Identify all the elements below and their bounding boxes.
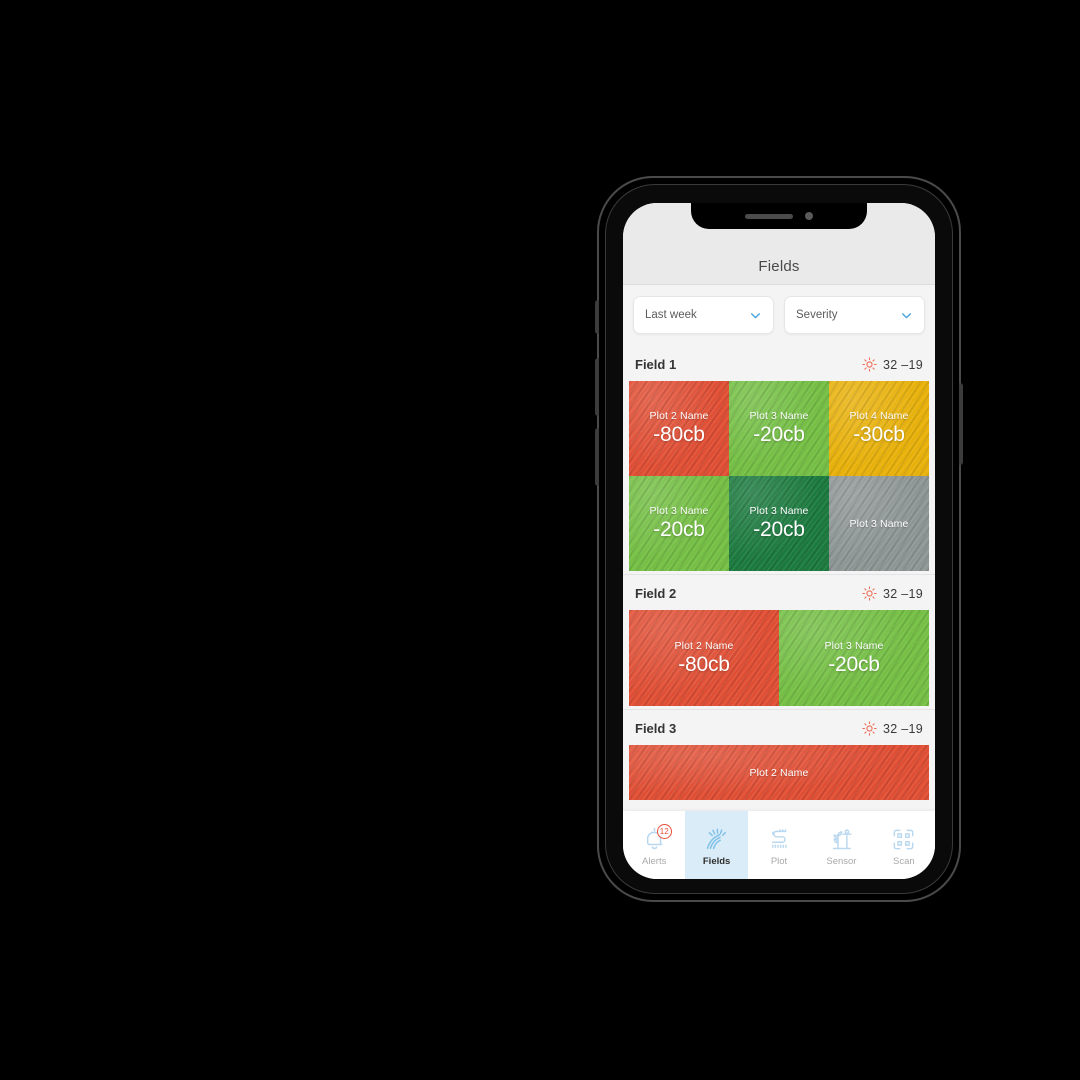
phone-device: Fields Last week Severity Field 1 32 –19 Pl… [595,176,963,902]
plot-value: -20cb [828,652,880,676]
phone-notch [691,203,867,229]
fields-scroll-area[interactable]: Last week Severity Field 1 32 –19 Plot 2 Na… [623,285,935,811]
filter-severity-select[interactable]: Severity [784,296,925,334]
field-weather: 32 –19 [862,586,923,601]
field-section: Field 1 32 –19 Plot 2 Name -80cb Plot 3 Name… [623,346,935,574]
filter-date-range-label: Last week [645,309,697,321]
plot-tile[interactable]: Plot 3 Name -20cb [729,476,829,571]
field-header[interactable]: Field 3 32 –19 [623,710,935,745]
plot-value: -20cb [753,518,805,541]
front-camera-icon [805,212,813,220]
plot-label: Plot 2 Name [674,639,734,652]
plot-grid: Plot 2 Name -80cb Plot 3 Name -20cb Plot 4 N… [629,381,929,571]
sun-icon [862,586,877,601]
tab-scan[interactable]: Scan [873,811,935,879]
earpiece-speaker-icon [745,213,793,219]
plot-value: -30cb [853,423,905,446]
sun-icon [862,721,877,736]
qr-scan-icon[interactable] [891,827,916,852]
field-title: Field 3 [635,721,677,736]
field-title: Field 1 [635,357,677,372]
chevron-down-icon[interactable] [749,309,762,322]
plot-label: Plot 4 Name [849,410,909,422]
field-title: Field 2 [635,586,677,601]
field-header[interactable]: Field 2 32 –19 [623,575,935,610]
plot-label: Plot 3 Name [824,639,884,652]
tab-label: Plot [770,856,788,867]
chevron-down-icon[interactable] [900,309,913,322]
sun-icon [862,357,877,372]
tab-label: Sensor [826,856,857,867]
tab-alerts[interactable]: 12 Alerts [623,811,685,879]
weather-temperature: 32 –19 [882,721,923,736]
tab-label: Scan [893,856,915,867]
bell-icon[interactable]: 12 [642,824,672,852]
field-header[interactable]: Field 1 32 –19 [623,346,935,381]
plot-value: -20cb [653,518,705,541]
page-title: Fields [758,258,800,275]
field-section: Field 3 32 –19 Plot 2 Name [623,709,935,803]
alerts-badge: 12 [656,824,672,839]
plot-tile[interactable]: Plot 3 Name -20cb [629,476,729,571]
volume-down-button[interactable] [595,428,599,486]
plot-label: Plot 3 Name [649,505,709,517]
plot-value: -80cb [678,652,730,676]
plot-label: Plot 3 Name [749,410,809,422]
plot-tile[interactable]: Plot 4 Name -30cb [829,381,929,476]
tab-plot[interactable]: Plot [748,811,810,879]
plot-value: -20cb [753,423,805,446]
tab-sensor[interactable]: Sensor [810,811,872,879]
filter-date-range-select[interactable]: Last week [633,296,774,334]
plot-tile[interactable]: Plot 3 Name -20cb [779,610,929,706]
plot-label: Plot 2 Name [749,766,809,779]
plot-label: Plot 3 Name [849,517,909,530]
tab-label: Alerts [642,856,667,867]
field-weather: 32 –19 [862,357,923,372]
weather-temperature: 32 –19 [882,357,923,372]
bottom-tab-bar: 12 Alerts Fields Plot Sensor Scan [623,811,935,879]
plot-tile[interactable]: Plot 3 Name [829,476,929,571]
field-weather: 32 –19 [862,721,923,736]
plot-tile[interactable]: Plot 3 Name -20cb [729,381,829,476]
wheat-sprout-icon[interactable] [704,827,729,852]
power-button[interactable] [959,383,963,465]
plot-tile[interactable]: Plot 2 Name -80cb [629,610,779,706]
field-list: Field 1 32 –19 Plot 2 Name -80cb Plot 3 Name… [623,346,935,803]
plot-tile[interactable]: Plot 2 Name -80cb [629,381,729,476]
field-rows-icon[interactable] [767,827,792,852]
tab-fields[interactable]: Fields [685,811,748,879]
volume-up-button[interactable] [595,358,599,416]
plant-sensor-icon[interactable] [829,827,854,852]
plot-label: Plot 3 Name [749,505,809,517]
filter-bar: Last week Severity [623,285,935,346]
weather-temperature: 32 –19 [882,586,923,601]
tab-label: Fields [702,856,731,867]
plot-tile[interactable]: Plot 2 Name [629,745,929,800]
field-section: Field 2 32 –19 Plot 2 Name -80cb Plot 3 Name… [623,574,935,709]
plot-label: Plot 2 Name [649,410,709,422]
silent-switch-button[interactable] [595,300,599,334]
plot-grid: Plot 2 Name [629,745,929,800]
plot-value: -80cb [653,423,705,446]
phone-screen: Fields Last week Severity Field 1 32 –19 Pl… [623,203,935,879]
filter-severity-label: Severity [796,309,838,321]
plot-grid: Plot 2 Name -80cb Plot 3 Name -20cb [629,610,929,706]
